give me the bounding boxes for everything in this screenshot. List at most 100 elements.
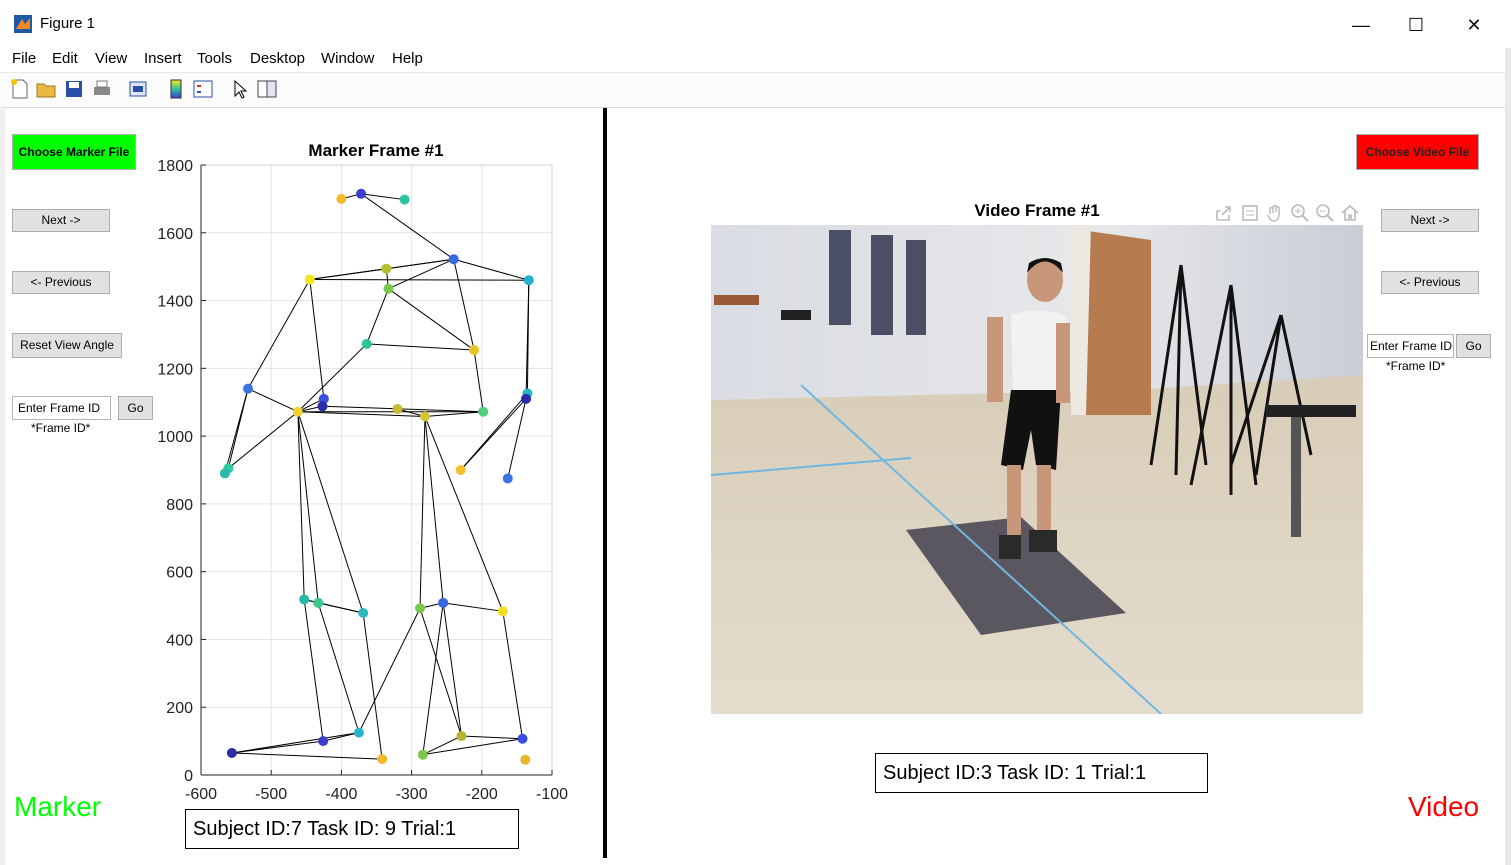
marker-point	[356, 188, 367, 199]
video-info-box: Subject ID:3 Task ID: 1 Trial:1	[875, 753, 1208, 793]
marker-point	[502, 473, 513, 484]
marker-point	[243, 383, 254, 394]
marker-point	[304, 274, 315, 285]
marker-frame-id-input[interactable]: Enter Frame ID	[12, 396, 111, 420]
menu-file[interactable]: File	[12, 50, 36, 67]
legend-icon[interactable]	[192, 78, 214, 100]
marker-point	[361, 338, 372, 349]
property-inspector-icon[interactable]	[256, 78, 278, 100]
marker-point	[226, 747, 237, 758]
video-go-button[interactable]: Go	[1456, 334, 1491, 358]
marker-point	[381, 263, 392, 274]
video-frame-id-input[interactable]: Enter Frame ID	[1367, 334, 1454, 358]
video-label: Video	[1408, 791, 1480, 822]
menu-desktop[interactable]: Desktop	[250, 50, 305, 67]
marker-point	[478, 406, 489, 417]
marker-point	[455, 465, 466, 475]
y-tick-label: 200	[166, 700, 193, 717]
marker-point	[415, 603, 426, 614]
window-border	[0, 106, 5, 865]
title-bar	[0, 0, 1511, 48]
marker-point	[419, 411, 430, 422]
zoom-out-icon[interactable]	[1315, 203, 1335, 223]
marker-point	[358, 608, 369, 619]
home-icon[interactable]	[1340, 203, 1360, 223]
marker-point	[353, 727, 364, 738]
y-tick-label: 1200	[157, 361, 193, 378]
y-tick-label: 1600	[157, 226, 193, 243]
y-tick-label: 1000	[157, 429, 193, 446]
pan-icon[interactable]	[1265, 203, 1285, 223]
y-tick-label: 400	[166, 632, 193, 649]
marker-next-button[interactable]: Next ->	[12, 209, 110, 232]
marker-go-button[interactable]: Go	[118, 396, 153, 420]
marker-point	[521, 393, 532, 404]
toolbar	[0, 72, 1511, 108]
marker-label: Marker	[14, 791, 102, 822]
save-icon[interactable]	[63, 78, 85, 100]
marker-point	[336, 193, 347, 204]
x-tick-label: -500	[255, 786, 287, 803]
menu-help[interactable]: Help	[392, 50, 423, 67]
plot-area	[201, 165, 552, 775]
marker-point	[469, 345, 480, 356]
marker-point	[392, 404, 403, 414]
new-figure-icon[interactable]	[9, 78, 31, 100]
menu-tools[interactable]: Tools	[197, 50, 232, 67]
marker-frame-id-note: *Frame ID*	[31, 421, 91, 435]
marker-point	[523, 275, 534, 286]
choose-marker-file-button[interactable]: Choose Marker File	[12, 134, 136, 170]
skeleton-edge	[309, 279, 529, 281]
print-preview-icon[interactable]	[127, 78, 149, 100]
marker-point	[317, 401, 328, 412]
zoom-in-icon[interactable]	[1290, 203, 1310, 223]
open-file-icon[interactable]	[35, 78, 57, 100]
pointer-icon[interactable]	[229, 78, 251, 100]
marker-point	[456, 731, 467, 742]
video-frame	[711, 225, 1363, 714]
marker-point	[517, 733, 528, 744]
marker-point	[383, 283, 394, 294]
x-tick-label: -100	[536, 786, 568, 803]
window-title: Figure 1	[40, 15, 96, 32]
chart-grid	[200, 164, 553, 776]
y-tick-label: 600	[166, 565, 193, 582]
panel-divider	[603, 108, 607, 858]
print-icon[interactable]	[91, 78, 113, 100]
x-tick-label: -600	[185, 786, 217, 803]
marker-previous-button[interactable]: <- Previous	[12, 271, 110, 294]
minimize-button[interactable]: —	[1338, 10, 1384, 40]
door	[1081, 230, 1151, 415]
marker-plot[interactable]: -600 -500 -400 -300 -200 -100 0 200 400 600 800 100…	[150, 150, 580, 810]
marker-point	[318, 736, 329, 747]
export-icon[interactable]	[1214, 203, 1234, 223]
colorbar-icon[interactable]	[165, 78, 187, 100]
menu-view[interactable]: View	[95, 50, 127, 67]
marker-point	[438, 597, 449, 608]
marker-point	[377, 754, 388, 765]
y-tick-label: 1400	[157, 294, 193, 311]
brush-icon[interactable]	[1240, 203, 1260, 223]
marker-point	[313, 597, 324, 608]
video-next-button[interactable]: Next ->	[1381, 209, 1479, 232]
window-border	[1505, 48, 1511, 865]
menu-window[interactable]: Window	[321, 50, 374, 67]
x-tick-label: -300	[396, 786, 428, 803]
maximize-button[interactable]: ☐	[1393, 10, 1439, 40]
marker-point	[299, 594, 310, 605]
video-frame-id-note: *Frame ID*	[1386, 359, 1446, 373]
reset-view-angle-button[interactable]: Reset View Angle	[12, 333, 122, 358]
marker-point	[448, 254, 459, 265]
marker-point	[219, 468, 230, 479]
video-previous-button[interactable]: <- Previous	[1381, 271, 1479, 294]
choose-video-file-button[interactable]: Choose Video File	[1356, 134, 1479, 170]
menu-insert[interactable]: Insert	[144, 50, 182, 67]
marker-point	[417, 749, 428, 760]
marker-point	[399, 194, 410, 205]
x-tick-label: -200	[466, 786, 498, 803]
y-tick-label: 1800	[157, 158, 193, 175]
matlab-icon	[14, 15, 32, 33]
y-tick-label: 800	[166, 497, 193, 514]
close-button[interactable]: ✕	[1451, 10, 1497, 40]
menu-edit[interactable]: Edit	[52, 50, 78, 67]
